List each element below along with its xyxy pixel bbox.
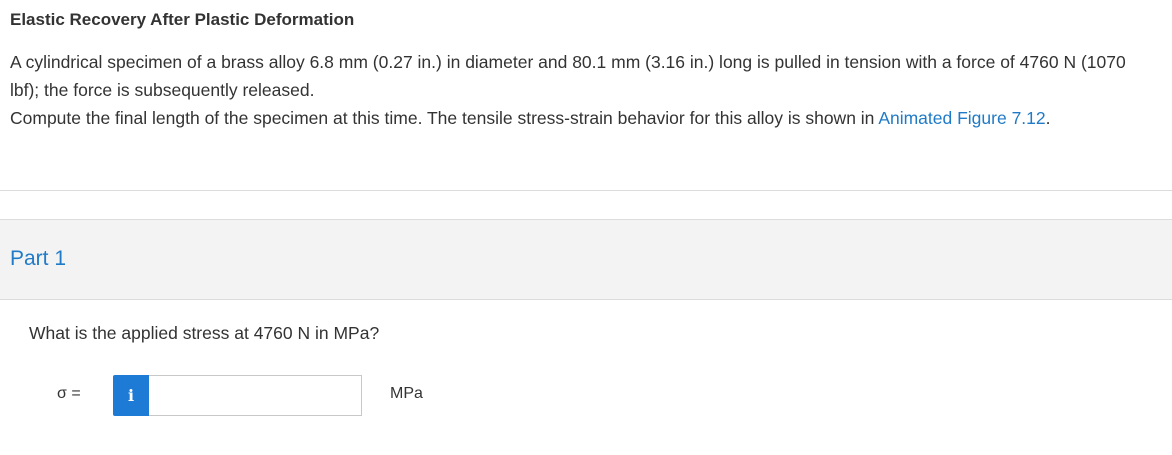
paragraph-2-end: . xyxy=(1045,108,1051,128)
animated-figure-link[interactable]: Animated Figure 7.12 xyxy=(878,108,1045,128)
unit-label: MPa xyxy=(390,385,423,402)
problem-paragraph-2: Compute the final length of the specimen… xyxy=(10,104,1150,132)
page: Elastic Recovery After Plastic Deformati… xyxy=(0,0,1172,455)
problem-title: Elastic Recovery After Plastic Deformati… xyxy=(10,10,355,29)
part-header: Part 1 xyxy=(0,219,1172,300)
stress-answer-input[interactable] xyxy=(149,375,362,416)
question-text: What is the applied stress at 4760 N in … xyxy=(29,323,380,343)
info-icon[interactable]: i xyxy=(113,375,149,416)
answer-row: σ = i MPa xyxy=(0,375,1172,416)
problem-statement: Elastic Recovery After Plastic Deformati… xyxy=(0,0,1172,191)
problem-body: A cylindrical specimen of a brass alloy … xyxy=(10,48,1150,132)
paragraph-2-text: Compute the final length of the specimen… xyxy=(10,108,879,128)
part-title: Part 1 xyxy=(10,247,67,270)
problem-paragraph-1: A cylindrical specimen of a brass alloy … xyxy=(10,52,1126,100)
sigma-label: σ = xyxy=(57,385,81,402)
